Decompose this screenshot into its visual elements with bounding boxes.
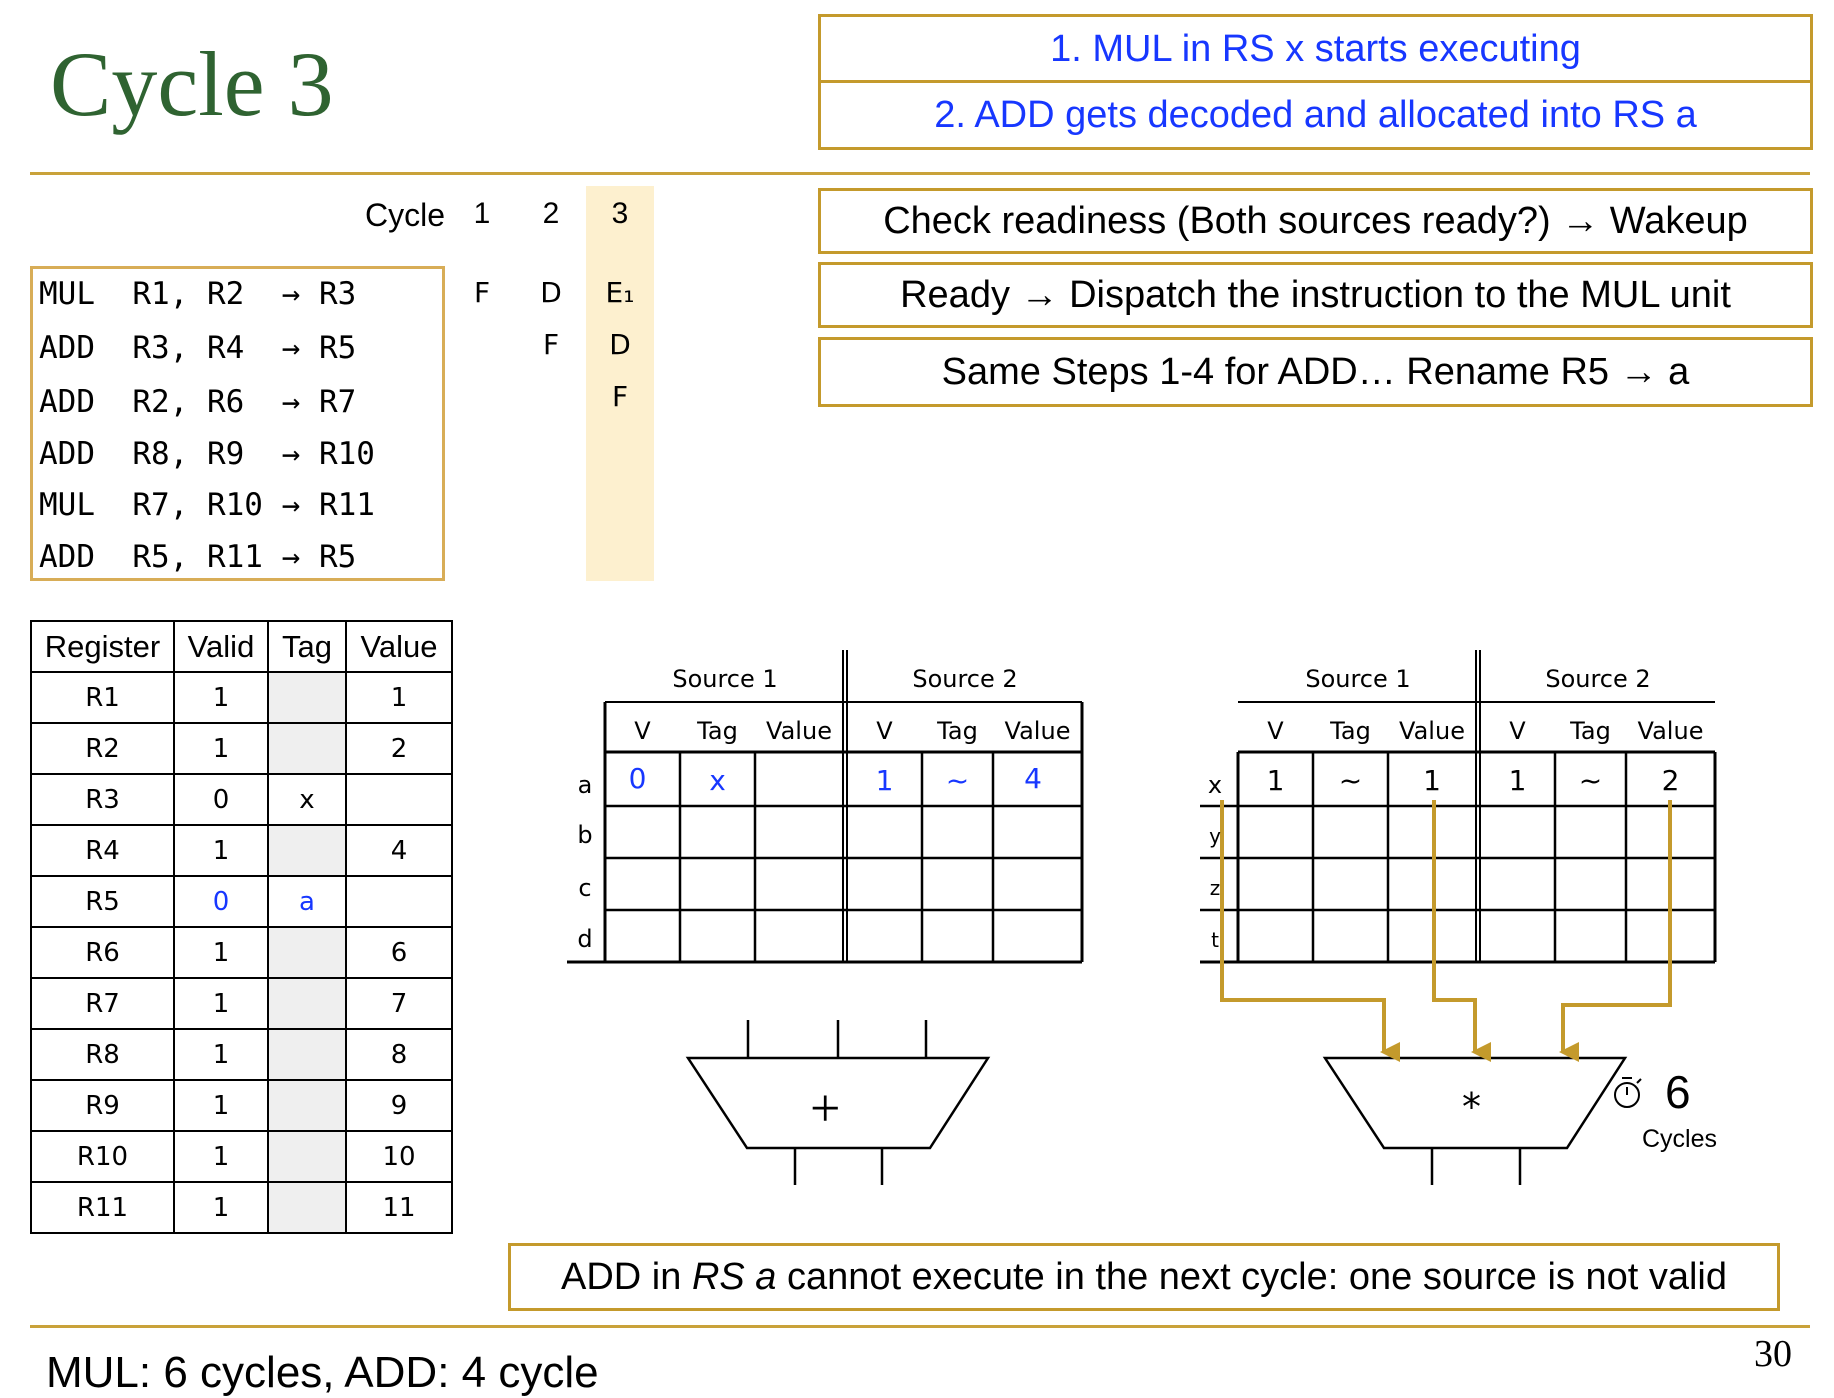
rs-entry-id: c (578, 874, 592, 902)
rs-column-header: Tag (937, 717, 978, 745)
rs-column-header: Value (766, 717, 832, 745)
rs-group-header: Source 2 (912, 665, 1018, 693)
rs-column-header: V (1267, 717, 1284, 745)
timer-icon (1614, 1077, 1642, 1108)
rs-entry-id: t (1211, 928, 1219, 952)
rs-cell: 1 (1508, 764, 1527, 797)
rs-entry-id: b (577, 821, 593, 849)
rs-group-header: Source 1 (672, 665, 778, 693)
note-text: cannot execute in the next cycle: one so… (776, 1255, 1727, 1298)
note-add-not-ready: ADD in RS a cannot execute in the next c… (508, 1243, 1780, 1311)
rs-entry-id: d (577, 925, 593, 953)
adder-symbol: + (810, 1078, 841, 1138)
rs-entry-id: z (1209, 876, 1221, 900)
rs-column-header: Tag (1330, 717, 1371, 745)
mul-latency-label: Cycles (1642, 1125, 1718, 1153)
rs-cell: 1 (1266, 764, 1285, 797)
rs-cell: 1 (875, 764, 894, 797)
rs-cell: 1 (1423, 764, 1441, 797)
rs-cell: 4 (1024, 762, 1042, 795)
mul-reservation-station (1200, 650, 1717, 964)
rs-cell: x (709, 764, 726, 797)
rs-column-header: V (876, 717, 893, 745)
rs-column-header: Tag (697, 717, 738, 745)
rs-column-header: Value (1399, 717, 1465, 745)
rs-cell: ~ (945, 764, 970, 797)
add-reservation-station (567, 650, 1084, 964)
rs-group-header: Source 1 (1305, 665, 1411, 693)
note-text: ADD in (561, 1255, 692, 1298)
rs-entry-id: x (1207, 771, 1223, 799)
rs-entry-id: y (1209, 824, 1221, 848)
mul-latency-value: 6 (1665, 1066, 1691, 1118)
multiplier-symbol: * (1462, 1085, 1481, 1129)
rs-column-header: V (1509, 717, 1526, 745)
rs-cell: ~ (1338, 764, 1363, 797)
rs-column-header: Value (1004, 717, 1071, 745)
rs-cell: 2 (1661, 764, 1680, 797)
reservation-stations-diagram (567, 650, 1717, 1185)
rs-cell: ~ (1578, 764, 1603, 797)
page-number: 30 (1754, 1333, 1792, 1375)
operand-routing-arrows (1220, 800, 1672, 1062)
latency-footer: MUL: 6 cycles, ADD: 4 cycle (46, 1348, 599, 1397)
rs-cell: 0 (628, 762, 647, 795)
rs-group-header: Source 2 (1545, 665, 1651, 693)
rs-entry-id: a (577, 771, 593, 799)
rs-column-header: V (634, 717, 651, 745)
rs-column-header: Tag (1570, 717, 1611, 745)
rs-column-header: Value (1637, 717, 1704, 745)
note-text-italic: RS a (691, 1255, 777, 1298)
